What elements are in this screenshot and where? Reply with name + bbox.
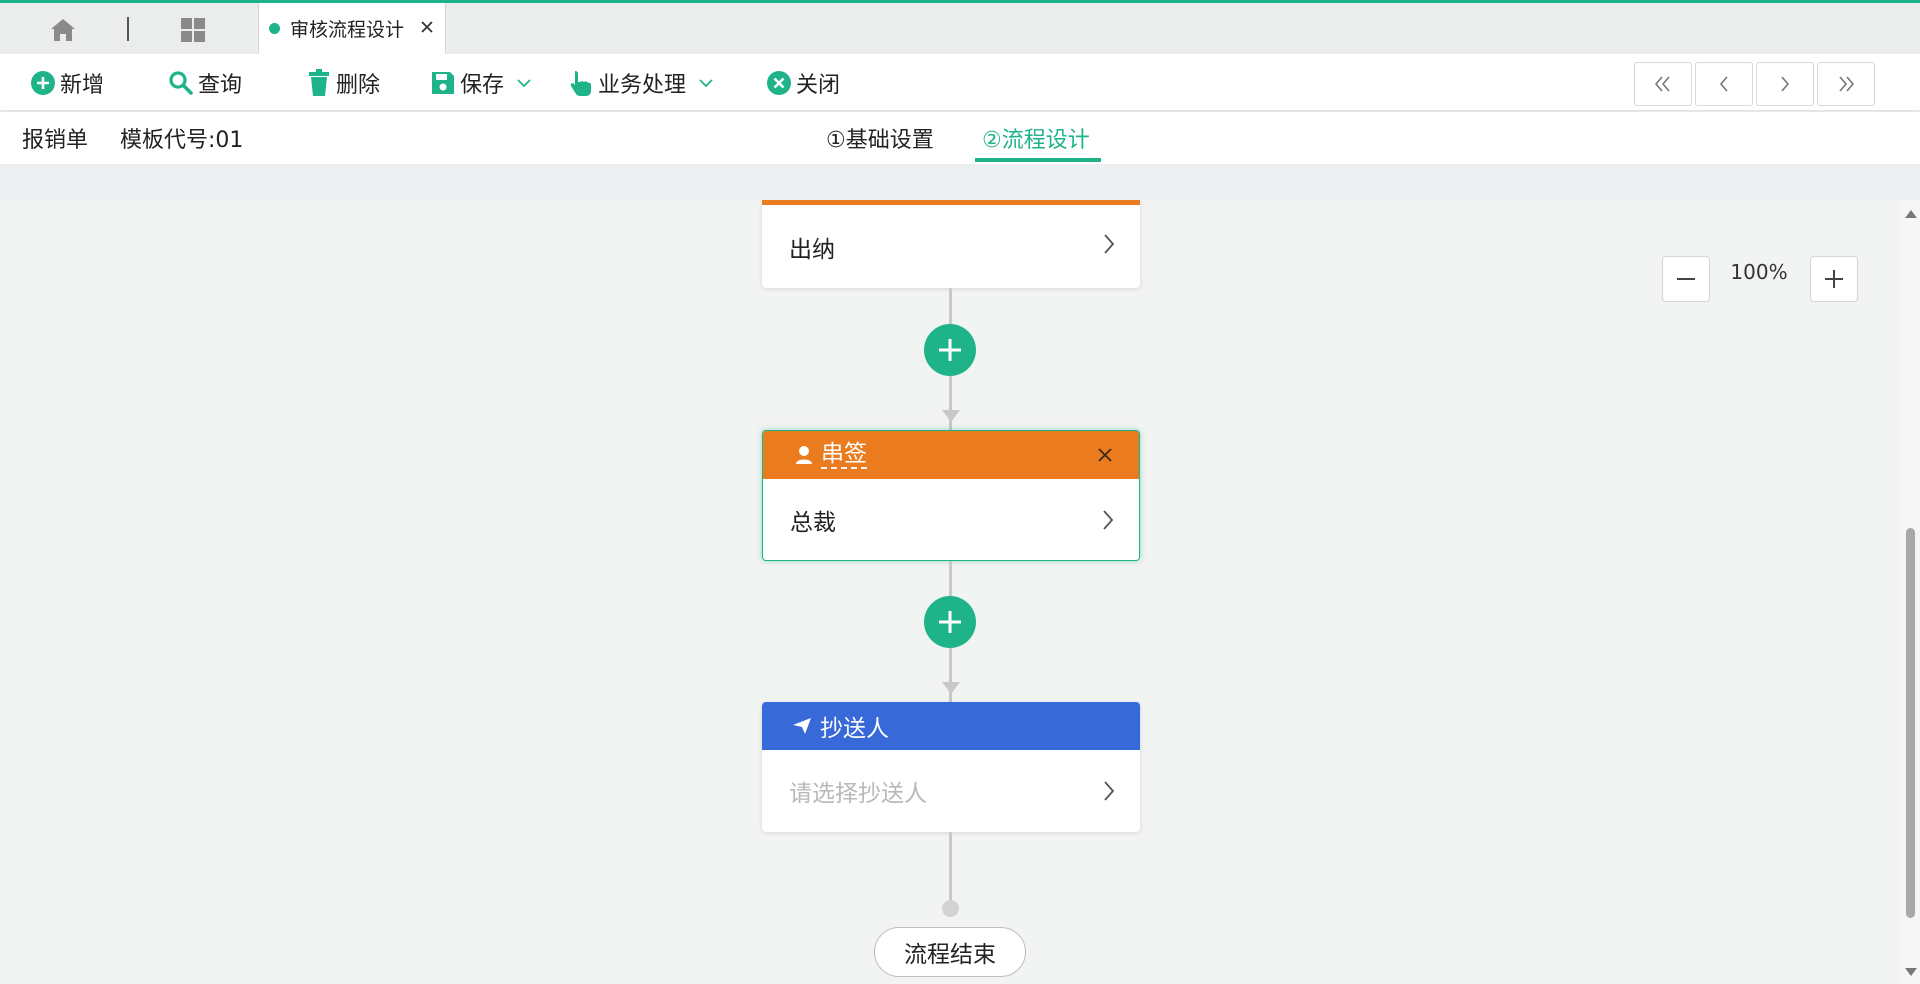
close-label: 关闭	[796, 73, 841, 98]
node-body[interactable]: 出纳	[762, 205, 1140, 288]
next-record-button[interactable]	[1756, 62, 1814, 106]
template-code: 模板代号:01	[120, 128, 244, 153]
chevron-left-icon	[1719, 76, 1728, 92]
tab-strip: 审核流程设计	[0, 0, 1920, 54]
plus-icon	[939, 611, 961, 633]
add-button[interactable]: 新增	[30, 68, 104, 98]
scroll-down-arrow-icon[interactable]	[1905, 968, 1917, 976]
first-record-button[interactable]	[1634, 62, 1692, 106]
delete-label: 删除	[336, 73, 381, 98]
active-dot-icon	[269, 23, 280, 34]
query-label: 查询	[198, 73, 243, 98]
add-node-button[interactable]	[924, 596, 976, 648]
node-body[interactable]: 请选择抄送人	[762, 750, 1140, 832]
hand-pointer-icon	[570, 71, 591, 96]
step-tab-flow-design[interactable]: ②流程设计	[982, 122, 1090, 154]
node-body[interactable]: 总裁	[763, 479, 1139, 560]
node-header: 串签	[763, 431, 1139, 479]
flow-end: 流程结束	[874, 927, 1026, 977]
business-process-label: 业务处理	[598, 73, 687, 98]
delete-button[interactable]: 删除	[306, 68, 380, 98]
grid-icon[interactable]	[178, 16, 208, 44]
tab-label: 审核流程设计	[290, 19, 405, 41]
active-step-underline	[975, 158, 1101, 162]
zoom-level: 100%	[1730, 260, 1788, 284]
prev-record-button[interactable]	[1695, 62, 1753, 106]
plus-icon	[1825, 270, 1843, 288]
node-header: 抄送人	[762, 702, 1140, 750]
chevron-right-icon	[1104, 781, 1115, 801]
cc-placeholder: 请选择抄送人	[789, 781, 927, 807]
chevron-right-icon	[1781, 76, 1790, 92]
save-icon	[432, 72, 454, 94]
chevron-down-icon[interactable]	[516, 77, 532, 89]
business-process-button[interactable]: 业务处理	[568, 68, 714, 98]
chevron-right-icon	[1103, 510, 1114, 530]
plus-icon	[939, 339, 961, 361]
scroll-up-arrow-icon[interactable]	[1905, 210, 1917, 218]
flow-connector	[949, 832, 952, 908]
record-nav	[1634, 62, 1875, 106]
send-icon	[793, 718, 811, 734]
save-button[interactable]: 保存	[430, 68, 532, 98]
close-button[interactable]: 关闭	[766, 68, 840, 98]
close-circle-icon	[767, 71, 791, 95]
last-record-button[interactable]	[1817, 62, 1875, 106]
chevron-down-icon[interactable]	[698, 77, 714, 89]
node-type-label[interactable]: 串签	[821, 441, 867, 469]
close-icon[interactable]	[1095, 445, 1115, 465]
node-approver-name: 总裁	[790, 510, 836, 536]
plus-circle-icon	[31, 71, 55, 95]
double-chevron-left-icon	[1654, 76, 1670, 92]
flow-node-cashier[interactable]: 出纳	[762, 200, 1140, 288]
arrow-down-icon	[942, 682, 960, 694]
save-label: 保存	[460, 73, 505, 98]
double-chevron-right-icon	[1839, 76, 1855, 92]
form-name: 报销单	[22, 128, 89, 153]
step-tab-basic-settings[interactable]: ①基础设置	[826, 122, 934, 154]
chevron-right-icon	[1104, 234, 1115, 254]
zoom-in-button[interactable]	[1810, 256, 1858, 302]
flow-end-label: 流程结束	[904, 942, 996, 968]
info-row: 报销单 模板代号:01 ①基础设置 ②流程设计	[0, 112, 1920, 164]
user-icon	[796, 446, 812, 464]
tab-divider	[127, 17, 129, 41]
flow-node-approver[interactable]: 串签 总裁	[762, 430, 1140, 561]
divider-band	[0, 164, 1920, 200]
flow-canvas: 出纳 串签 总裁 抄送人 请选择抄送人 流程结束 100%	[0, 200, 1900, 984]
node-type-label: 抄送人	[820, 716, 889, 742]
toolbar: 新增 查询 删除 保存 业务处理 关闭	[0, 54, 1920, 110]
arrow-down-icon	[942, 410, 960, 422]
end-dot	[942, 900, 959, 917]
trash-icon	[309, 69, 329, 96]
flow-node-cc[interactable]: 抄送人 请选择抄送人	[762, 702, 1140, 832]
query-button[interactable]: 查询	[168, 68, 242, 98]
minus-icon	[1677, 278, 1695, 280]
close-icon[interactable]	[417, 17, 437, 37]
add-node-button[interactable]	[924, 324, 976, 376]
tab-audit-flow-design[interactable]: 审核流程设计	[258, 3, 446, 54]
zoom-out-button[interactable]	[1662, 256, 1710, 302]
node-approver-name: 出纳	[789, 236, 835, 263]
add-label: 新增	[60, 73, 105, 98]
home-icon[interactable]	[48, 16, 78, 44]
search-icon	[169, 71, 193, 95]
scrollbar-thumb[interactable]	[1906, 528, 1915, 918]
